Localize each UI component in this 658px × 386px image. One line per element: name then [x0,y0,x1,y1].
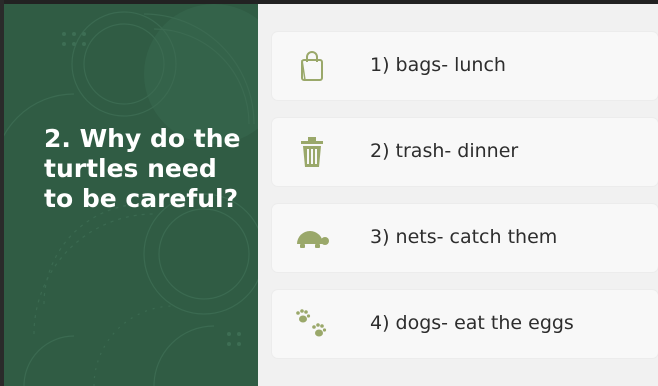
answer-label: 3) nets- catch them [370,226,558,248]
turtle-icon [292,218,332,258]
answer-card-trash: 2) trash- dinner [272,118,658,186]
question-title: 2. Why do the turtles need to be careful… [44,124,241,213]
answer-label: 1) bags- lunch [370,54,506,76]
answer-list: 1) bags- lunch 2) trash- dinner 3) nets-… [260,4,658,386]
slide-frame: 2. Why do the turtles need to be careful… [0,0,658,386]
left-border [0,0,4,386]
trash-can-icon [292,132,332,172]
answer-label: 2) trash- dinner [370,140,519,162]
shopping-bag-icon [292,46,332,86]
answer-card-nets: 3) nets- catch them [272,204,658,272]
answer-card-dogs: 4) dogs- eat the eggs [272,290,658,358]
answer-label: 4) dogs- eat the eggs [370,312,574,334]
question-panel: 2. Why do the turtles need to be careful… [4,4,258,386]
answer-card-bags: 1) bags- lunch [272,32,658,100]
top-border [0,0,658,4]
paw-prints-icon [292,304,332,344]
